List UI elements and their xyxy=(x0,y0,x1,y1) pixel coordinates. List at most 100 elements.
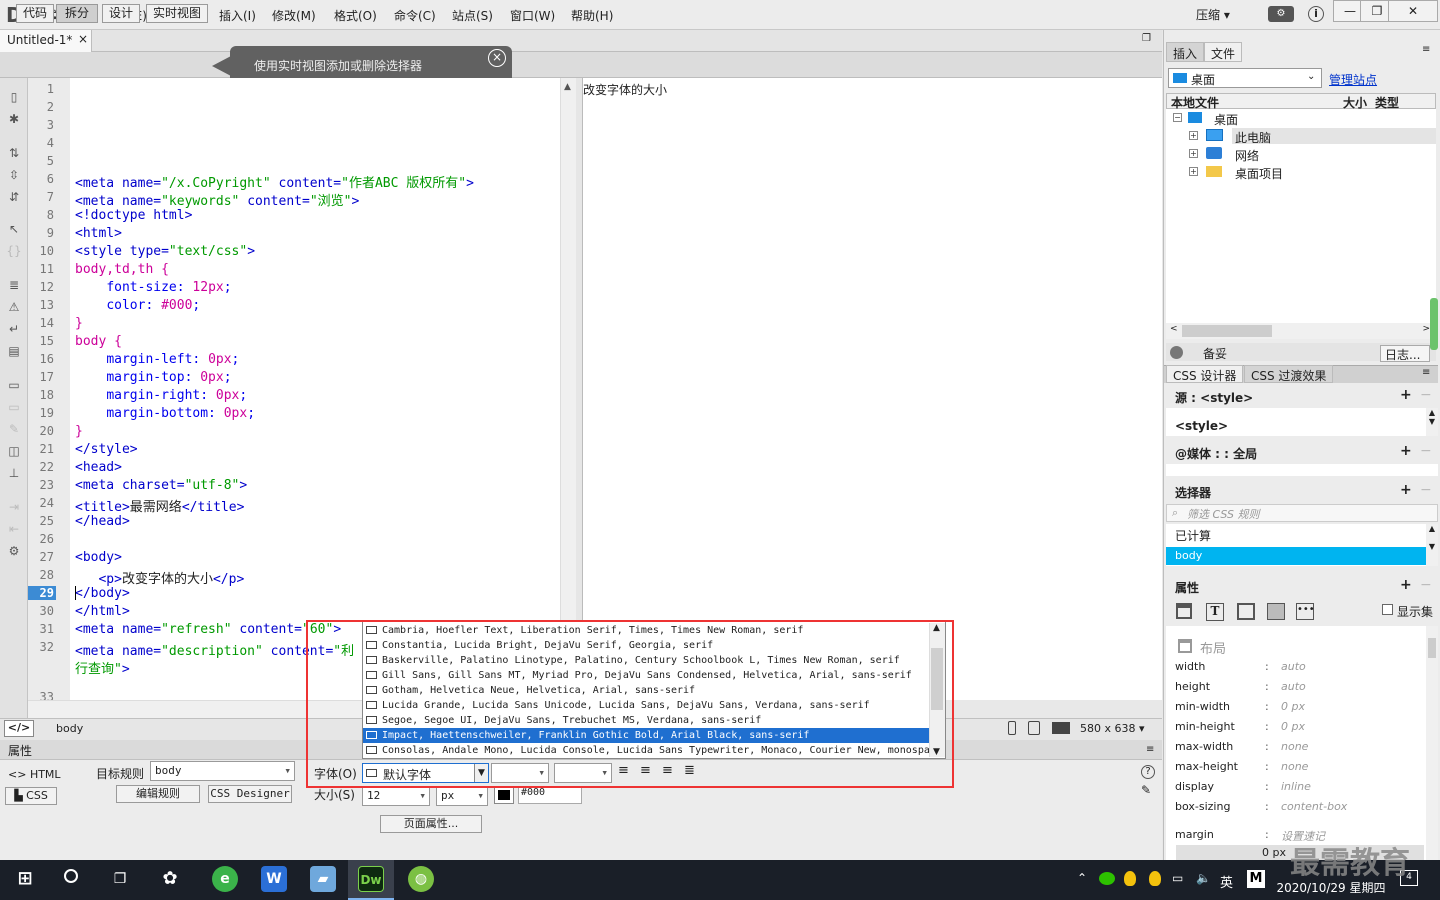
remove-source-icon[interactable]: − xyxy=(1420,387,1432,403)
source-style-item[interactable]: <style> xyxy=(1175,419,1228,433)
code-line[interactable]: <meta name="keywords" content="浏览"> xyxy=(75,190,359,209)
code-vertical-scrollbar[interactable]: ▲ xyxy=(560,78,576,700)
sources-scrollbar[interactable]: ▲ ▼ xyxy=(1426,408,1438,436)
select-parent-tag-icon[interactable]: ↖ xyxy=(6,222,22,236)
text-category-icon[interactable]: T xyxy=(1206,603,1224,621)
margin-top-value[interactable]: 0 px xyxy=(1262,846,1286,859)
code-line[interactable]: </head> xyxy=(75,514,130,529)
code-line[interactable]: <title>最需网络</title> xyxy=(75,496,244,515)
font-option[interactable]: Gill Sans, Gill Sans MT, Myriad Pro, Dej… xyxy=(363,668,929,683)
site-select[interactable]: 桌面 ⌄ xyxy=(1168,68,1322,88)
show-set-checkbox[interactable] xyxy=(1382,604,1393,615)
background-category-icon[interactable] xyxy=(1267,603,1285,620)
recent-snippets-icon[interactable]: ◫ xyxy=(6,444,22,458)
code-line[interactable]: <style type="text/css"> xyxy=(75,244,255,259)
tablet-size-icon[interactable] xyxy=(1028,721,1040,735)
css-property-value[interactable]: auto xyxy=(1281,680,1306,693)
window-size-readout[interactable]: 580 x 638 ▾ xyxy=(1080,722,1145,735)
menu-item-7[interactable]: 站点(S) xyxy=(452,7,493,24)
balance-braces-icon[interactable]: {} xyxy=(6,244,22,258)
format-source-icon[interactable]: ⚙ xyxy=(6,544,22,558)
add-media-icon[interactable]: + xyxy=(1400,443,1412,459)
add-selector-icon[interactable]: + xyxy=(1400,482,1412,498)
open-documents-icon[interactable]: ▯ xyxy=(6,90,22,104)
page-properties-button[interactable]: 页面属性... xyxy=(380,815,482,833)
font-option[interactable]: Gotham, Helvetica Neue, Helvetica, Arial… xyxy=(363,683,929,698)
align-right-icon[interactable]: ≡ xyxy=(662,763,673,778)
remove-comment-icon[interactable]: ▭ xyxy=(6,400,22,414)
apply-comment-icon[interactable]: ▭ xyxy=(6,378,22,392)
menu-item-8[interactable]: 窗口(W) xyxy=(510,7,555,24)
notes-app-icon[interactable]: ▰ xyxy=(310,866,336,892)
edit-rule-button[interactable]: 编辑规则 xyxy=(116,785,200,803)
css-property-value[interactable]: none xyxy=(1281,760,1308,773)
collapse-icon[interactable]: − xyxy=(1173,113,1182,122)
code-line[interactable]: } xyxy=(75,316,83,331)
panel-resize-handle[interactable] xyxy=(1430,298,1438,350)
panel-menu-icon[interactable]: ≡ xyxy=(1422,44,1430,55)
qq-icon-2[interactable] xyxy=(1149,871,1161,886)
target-rule-select[interactable]: body xyxy=(150,761,295,781)
tree-item-desktop[interactable]: 桌面 xyxy=(1214,111,1238,128)
sync-icon[interactable]: ⚙ xyxy=(1268,6,1294,22)
ime-m-icon[interactable]: M xyxy=(1247,870,1265,888)
manage-sites-link[interactable]: 管理站点 xyxy=(1329,71,1377,88)
expand-icon[interactable]: + xyxy=(1189,149,1198,158)
filter-css-rules-input[interactable]: ⌕ 筛选 CSS 规则 xyxy=(1166,504,1438,522)
tree-item-desktop-items[interactable]: 桌面项目 xyxy=(1235,165,1283,182)
code-line[interactable]: </style> xyxy=(75,442,138,457)
indent-icon[interactable]: ⇥ xyxy=(6,500,22,514)
code-line[interactable]: </body> xyxy=(75,586,130,601)
css-property-value[interactable]: 0 px xyxy=(1281,720,1305,733)
selectors-scrollbar[interactable]: ▲ ▼ xyxy=(1426,524,1438,566)
font-option[interactable]: Constantia, Lucida Bright, DejaVu Serif,… xyxy=(363,638,929,653)
code-line[interactable]: <meta charset="utf-8"> xyxy=(75,478,247,493)
collapse-tag-icon[interactable]: ⇵ xyxy=(6,190,22,204)
selector-computed[interactable]: 已计算 xyxy=(1175,527,1211,544)
tooltip-close-icon[interactable]: × xyxy=(488,49,506,67)
color-value-input[interactable]: #000 xyxy=(518,786,582,804)
wechat-icon[interactable] xyxy=(1099,872,1115,885)
network-tray-icon[interactable]: ▭ xyxy=(1172,871,1183,885)
syntax-coloring-icon[interactable]: ▤ xyxy=(6,344,22,358)
tray-up-icon[interactable]: ⌃ xyxy=(1077,871,1087,885)
design-paragraph[interactable]: 改变字体的大小 xyxy=(583,81,667,98)
font-weight-select[interactable] xyxy=(491,763,549,783)
border-category-icon[interactable] xyxy=(1237,603,1255,620)
quick-tag-editor-icon[interactable]: ✎ xyxy=(1141,783,1151,797)
code-line[interactable]: margin-bottom: 0px; xyxy=(75,406,255,421)
panel-menu-icon[interactable]: ≡ xyxy=(1422,367,1430,378)
remove-media-icon[interactable]: − xyxy=(1420,443,1432,459)
design-view-button[interactable]: 设计 xyxy=(102,4,140,23)
menu-item-5[interactable]: 格式(O) xyxy=(334,7,377,24)
menu-item-3[interactable]: 插入(I) xyxy=(219,7,256,24)
file-management-icon[interactable]: ✱ xyxy=(6,112,22,126)
menu-item-9[interactable]: 帮助(H) xyxy=(571,7,613,24)
code-line[interactable]: margin-top: 0px; xyxy=(75,370,231,385)
code-line[interactable]: <p>改变字体的大小</p> xyxy=(75,568,244,587)
design-view[interactable]: 改变字体的大小 xyxy=(582,78,1162,700)
tab-css-transitions[interactable]: CSS 过渡效果 xyxy=(1244,365,1334,383)
font-style-select[interactable] xyxy=(554,763,612,783)
remove-property-icon[interactable]: − xyxy=(1420,577,1432,593)
app-pinwheel-icon[interactable]: ✿ xyxy=(157,866,183,892)
code-line[interactable]: </html> xyxy=(75,604,130,619)
font-option[interactable]: Consolas, Andale Mono, Lucida Console, L… xyxy=(363,743,929,758)
panel-menu-icon[interactable]: ≡ xyxy=(1146,744,1154,755)
layout-category-icon[interactable] xyxy=(1176,603,1192,619)
justify-icon[interactable]: ≣ xyxy=(684,763,695,778)
line-numbers-icon[interactable]: ≣ xyxy=(6,278,22,292)
wrap-tag-icon[interactable]: ✎ xyxy=(6,422,22,436)
code-line[interactable]: <!doctype html> xyxy=(75,208,192,223)
unit-select[interactable]: px xyxy=(436,786,488,806)
menu-item-6[interactable]: 命令(C) xyxy=(394,7,436,24)
code-line[interactable]: <body> xyxy=(75,550,122,565)
dreamweaver-taskbar-icon[interactable]: Dw xyxy=(358,866,384,892)
ime-indicator[interactable]: 英 xyxy=(1220,872,1233,891)
html-mode-button[interactable]: <> HTML xyxy=(8,768,61,781)
code-line[interactable]: 行查询"> xyxy=(75,658,130,677)
code-line[interactable]: font-size: 12px; xyxy=(75,280,231,295)
code-editor[interactable]: <meta name="/x.CoPyright" content="作者ABC… xyxy=(70,78,560,700)
move-css-icon[interactable]: ⊥ xyxy=(6,466,22,480)
css-mode-button[interactable]: ▙ CSS xyxy=(5,787,57,805)
